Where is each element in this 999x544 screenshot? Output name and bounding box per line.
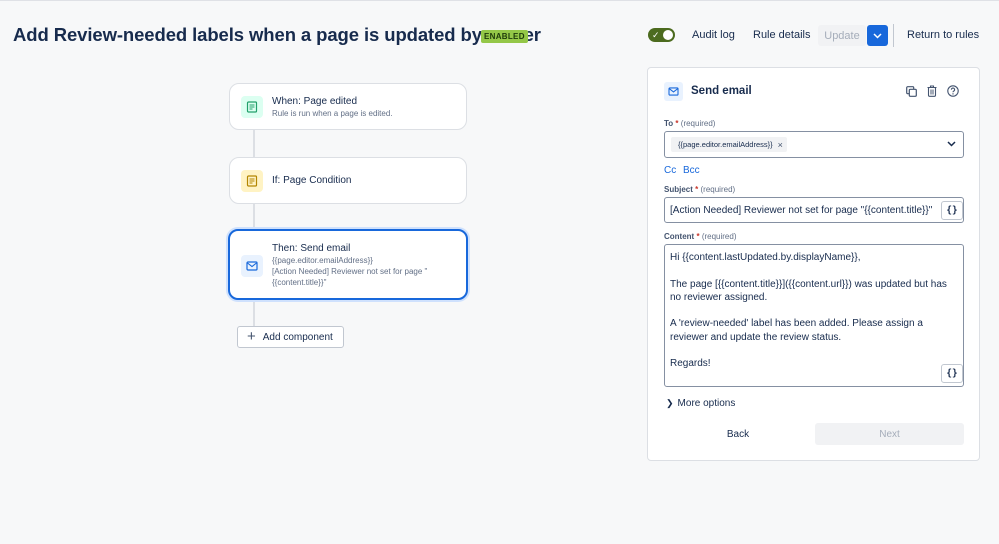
more-options-toggle[interactable]: ❯ More options: [666, 398, 735, 409]
panel-title: Send email: [691, 85, 752, 97]
content-label: Content * (required): [664, 232, 737, 241]
cc-bcc-links: Cc Bcc: [664, 165, 704, 176]
status-badge: ENABLED: [481, 30, 528, 43]
cc-link[interactable]: Cc: [664, 165, 676, 176]
action-line-subject-cont: {{content.title}}": [272, 278, 327, 287]
update-button[interactable]: Update: [818, 25, 866, 46]
condition-title: If: Page Condition: [272, 175, 352, 186]
audit-log-link[interactable]: Audit log: [692, 29, 735, 41]
page-icon: [241, 96, 263, 118]
action-title: Then: Send email: [272, 243, 351, 254]
recipient-chip-label: {{page.editor.emailAddress}}: [678, 140, 773, 149]
header-divider: [893, 24, 894, 47]
action-line-recipient: {{page.editor.emailAddress}}: [272, 256, 373, 265]
duplicate-icon[interactable]: [904, 84, 918, 98]
action-card[interactable]: Then: Send email {{page.editor.emailAddr…: [228, 229, 468, 300]
rule-enabled-toggle[interactable]: ✓: [648, 28, 675, 42]
to-field[interactable]: {{page.editor.emailAddress}} ×: [664, 131, 964, 158]
add-component-button[interactable]: + Add component: [237, 326, 344, 348]
content-paragraph: Regards!: [670, 358, 711, 370]
insert-smart-value-button[interactable]: {}: [941, 201, 963, 220]
trigger-title: When: Page edited: [272, 96, 358, 107]
trigger-card[interactable]: When: Page edited Rule is run when a pag…: [229, 83, 467, 130]
flow-connector: [253, 130, 255, 158]
top-border: [0, 0, 999, 1]
back-button[interactable]: Back: [664, 423, 812, 445]
recipient-chip: {{page.editor.emailAddress}} ×: [671, 137, 787, 152]
action-line-subject: [Action Needed] Reviewer not set for pag…: [272, 267, 428, 276]
chevron-down-icon[interactable]: [947, 139, 956, 150]
content-value: Hi {{content.lastUpdated.by.displayName}…: [670, 251, 955, 384]
page-icon: [241, 170, 263, 192]
remove-recipient-icon[interactable]: ×: [778, 140, 783, 150]
to-label: To * (required): [664, 119, 716, 128]
page-title: Add Review-needed labels when a page is …: [13, 24, 541, 45]
add-component-label: Add component: [262, 331, 333, 343]
content-textarea[interactable]: Hi {{content.lastUpdated.by.displayName}…: [664, 244, 964, 387]
chevron-down-icon: [873, 32, 882, 39]
mail-icon: [664, 82, 683, 101]
rule-details-link[interactable]: Rule details: [753, 29, 810, 41]
update-dropdown-button[interactable]: [867, 25, 888, 46]
trigger-subtitle: Rule is run when a page is edited.: [272, 109, 393, 118]
help-icon[interactable]: [946, 84, 960, 98]
content-paragraph: A 'review-needed' label has been added. …: [670, 318, 923, 343]
flow-connector: [253, 299, 255, 327]
content-paragraph: The page [{{content.title}}]({{content.u…: [670, 278, 947, 303]
return-to-rules-link[interactable]: Return to rules: [907, 29, 979, 41]
insert-smart-value-button[interactable]: {}: [941, 364, 963, 383]
next-button[interactable]: Next: [815, 423, 964, 445]
subject-input[interactable]: [Action Needed] Reviewer not set for pag…: [664, 197, 964, 223]
check-icon: ✓: [652, 30, 660, 40]
send-email-panel: Send email To * (required) {{page.editor…: [647, 67, 980, 461]
more-options-label: More options: [677, 398, 736, 409]
plus-icon: +: [247, 328, 256, 345]
content-paragraph: Hi {{content.lastUpdated.by.displayName}…: [670, 252, 861, 263]
toggle-knob: [663, 30, 673, 40]
flow-connector: [253, 203, 255, 231]
mail-icon: [241, 255, 263, 277]
bcc-link[interactable]: Bcc: [683, 165, 700, 176]
subject-value: [Action Needed] Reviewer not set for pag…: [670, 205, 933, 216]
chevron-right-icon: ❯: [666, 398, 674, 408]
subject-label: Subject * (required): [664, 185, 736, 194]
delete-icon[interactable]: [925, 84, 939, 98]
condition-card[interactable]: If: Page Condition: [229, 157, 467, 204]
